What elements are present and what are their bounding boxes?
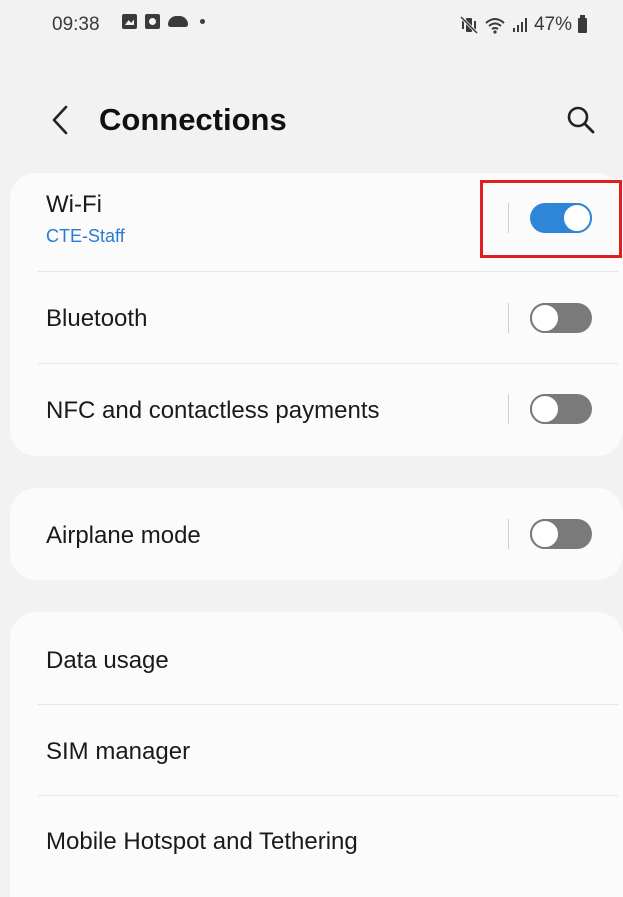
nfc-separator xyxy=(508,394,509,424)
data-usage-row[interactable]: Data usage xyxy=(10,612,623,704)
gallery-icon xyxy=(145,14,160,29)
status-bar: 09:38 47% xyxy=(0,0,623,50)
connections-group-3: Data usage SIM manager Mobile Hotspot an… xyxy=(10,612,623,897)
back-button[interactable] xyxy=(44,100,76,140)
connections-group-2: Airplane mode xyxy=(10,488,623,580)
bluetooth-row[interactable]: Bluetooth xyxy=(10,272,623,362)
search-icon xyxy=(567,106,595,134)
wifi-network-name: CTE-Staff xyxy=(46,226,125,246)
cloud-icon xyxy=(168,16,188,27)
mute-vibrate-icon xyxy=(459,16,478,34)
status-time: 09:38 xyxy=(52,14,100,35)
toggle-knob xyxy=(530,394,560,424)
nfc-toggle[interactable] xyxy=(530,394,592,424)
battery-icon xyxy=(578,14,587,33)
app-header: Connections xyxy=(0,90,623,152)
battery-percent: 47% xyxy=(533,14,572,35)
airplane-separator xyxy=(508,519,509,549)
airplane-mode-label: Airplane mode xyxy=(46,522,201,549)
bluetooth-label: Bluetooth xyxy=(46,305,148,332)
mobile-hotspot-label: Mobile Hotspot and Tethering xyxy=(46,828,358,855)
wifi-icon xyxy=(485,18,505,34)
airplane-mode-toggle[interactable] xyxy=(530,519,592,549)
highlight-box xyxy=(480,180,622,258)
toggle-knob xyxy=(530,303,560,333)
mobile-hotspot-row[interactable]: Mobile Hotspot and Tethering xyxy=(10,796,623,886)
data-usage-label: Data usage xyxy=(46,647,169,674)
sim-manager-label: SIM manager xyxy=(46,738,191,765)
page-title: Connections xyxy=(99,102,287,137)
notification-dot-icon xyxy=(200,19,205,24)
status-notification-icons xyxy=(122,14,205,29)
bluetooth-toggle[interactable] xyxy=(530,303,592,333)
signal-icon xyxy=(512,18,527,32)
photo-icon xyxy=(122,14,137,29)
search-button[interactable] xyxy=(563,102,599,138)
bluetooth-separator xyxy=(508,303,509,333)
nfc-row[interactable]: NFC and contactless payments xyxy=(10,364,623,454)
airplane-mode-row[interactable]: Airplane mode xyxy=(10,488,623,580)
nfc-label: NFC and contactless payments xyxy=(46,397,380,424)
chevron-left-icon xyxy=(52,105,68,135)
toggle-knob xyxy=(530,519,560,549)
sim-manager-row[interactable]: SIM manager xyxy=(10,705,623,795)
wifi-label: Wi-Fi xyxy=(46,191,102,218)
status-system-icons: 47% xyxy=(459,14,587,36)
